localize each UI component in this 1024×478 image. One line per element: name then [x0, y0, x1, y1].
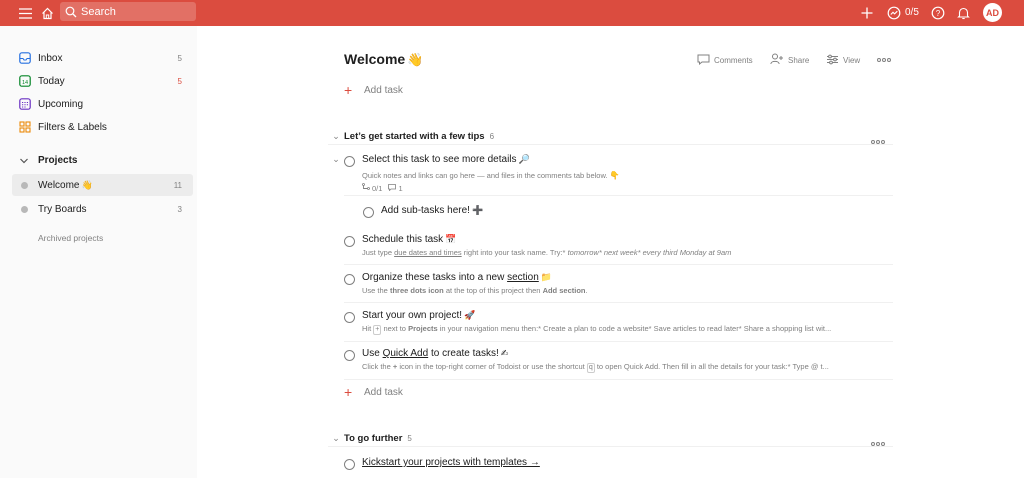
- task-checkbox[interactable]: [363, 207, 374, 218]
- project-label: Try Boards: [38, 203, 87, 215]
- add-person-icon: [770, 53, 784, 67]
- task-row[interactable]: Schedule this task 📅 Just type due dates …: [344, 234, 893, 265]
- avatar[interactable]: AD: [983, 3, 1002, 22]
- section-more-icon[interactable]: [871, 434, 885, 449]
- subtask-icon: [362, 183, 370, 193]
- task-title: Use Quick Add to create tasks! ✍: [362, 348, 509, 359]
- calendar-upcoming-icon: [19, 98, 31, 110]
- section-name: Let’s get started with a few tips: [344, 131, 485, 142]
- section-count: 5: [407, 434, 412, 443]
- archived-projects-link[interactable]: Archived projects: [12, 227, 193, 249]
- chevron-down-icon[interactable]: ⌄: [328, 131, 344, 142]
- sidebar-project-welcome[interactable]: Welcome 👋 11: [12, 174, 193, 196]
- sliders-icon: [826, 54, 839, 67]
- add-task-button[interactable]: + Add task: [344, 385, 403, 399]
- karma-progress[interactable]: 0/5: [905, 0, 919, 26]
- task-description: Just type due dates and times right into…: [362, 248, 732, 257]
- section-header: ⌄ Let’s get started with a few tips 6: [328, 129, 893, 145]
- plus-icon: +: [344, 384, 353, 400]
- section-count: 6: [489, 132, 495, 141]
- task-description: Click the + icon in the top-right corner…: [362, 362, 829, 373]
- comments-button[interactable]: Comments: [697, 53, 753, 67]
- subtask-count: 0/1: [362, 183, 382, 193]
- task-row[interactable]: Use Quick Add to create tasks! ✍ Click th…: [344, 348, 893, 380]
- task-row[interactable]: Start your own project! 🚀 Hit + next to P…: [344, 310, 893, 342]
- comment-count: 1: [388, 183, 403, 193]
- task-title: Select this task to see more details 🔎: [362, 154, 530, 165]
- search-icon: [65, 6, 77, 18]
- sidebar-item-label: Today: [38, 75, 65, 87]
- task-checkbox[interactable]: [344, 156, 355, 167]
- comment-icon: [697, 54, 710, 67]
- inbox-icon: [19, 52, 31, 64]
- task-description: Use the three dots icon at the top of th…: [362, 286, 588, 295]
- sidebar-project-try-boards[interactable]: Try Boards 3: [12, 198, 193, 220]
- svg-text:14: 14: [22, 80, 28, 86]
- task-checkbox[interactable]: [344, 350, 355, 361]
- task-title: Schedule this task 📅: [362, 234, 457, 245]
- page-title: Welcome 👋: [344, 51, 424, 67]
- search-input[interactable]: Search: [60, 2, 196, 21]
- chevron-down-icon: [19, 154, 31, 166]
- more-options-icon[interactable]: [877, 53, 891, 67]
- chevron-down-icon[interactable]: ⌄: [328, 433, 344, 444]
- filters-icon: [19, 121, 31, 133]
- task-title: Organize these tasks into a new section 📁: [362, 272, 552, 283]
- quick-add-icon[interactable]: [858, 0, 876, 26]
- sidebar-item-upcoming[interactable]: Upcoming: [12, 93, 193, 115]
- svg-text:?: ?: [936, 9, 941, 18]
- task-title: Start your own project! 🚀: [362, 310, 476, 321]
- project-count: 11: [173, 180, 182, 190]
- view-button[interactable]: View: [826, 53, 860, 67]
- help-icon[interactable]: ?: [929, 0, 947, 26]
- productivity-icon[interactable]: [885, 0, 903, 26]
- search-placeholder: Search: [81, 5, 116, 18]
- task-row[interactable]: Select this task to see more details 🔎 Qu…: [344, 154, 893, 196]
- section-name: To go further: [344, 433, 403, 444]
- section-header: ⌄ To go further 5: [328, 431, 893, 447]
- project-label: Welcome 👋: [38, 179, 93, 191]
- sidebar-item-count: 5: [177, 53, 182, 63]
- sidebar-item-label: Filters & Labels: [38, 121, 107, 133]
- task-checkbox[interactable]: [344, 274, 355, 285]
- task-row[interactable]: Organize these tasks into a new section 📁…: [344, 272, 893, 303]
- task-row[interactable]: Kickstart your projects with templates →: [344, 457, 893, 475]
- sidebar-item-inbox[interactable]: Inbox 5: [12, 47, 193, 69]
- task-checkbox[interactable]: [344, 312, 355, 323]
- home-icon[interactable]: [36, 0, 58, 26]
- subtask-row[interactable]: Add sub-tasks here! ➕: [363, 205, 893, 226]
- sidebar-item-label: Upcoming: [38, 98, 84, 110]
- share-button[interactable]: Share: [770, 53, 809, 67]
- sidebar-item-label: Inbox: [38, 52, 63, 64]
- add-task-button[interactable]: + Add task: [344, 83, 403, 97]
- task-collapse-chevron-icon[interactable]: ⌄: [328, 154, 344, 165]
- sidebar-item-today[interactable]: 14 Today 5: [12, 70, 193, 92]
- sidebar-item-count: 5: [177, 76, 182, 86]
- project-count: 3: [177, 204, 182, 214]
- projects-heading: Projects: [38, 154, 78, 166]
- task-title: Kickstart your projects with templates →: [362, 457, 540, 468]
- top-bar: Search 0/5 ? AD: [0, 0, 1024, 26]
- task-description: Quick notes and links can go here — and …: [362, 171, 620, 180]
- task-title: Add sub-tasks here! ➕: [381, 205, 484, 216]
- projects-header[interactable]: Projects: [12, 149, 193, 171]
- notifications-icon[interactable]: [954, 0, 972, 26]
- task-checkbox[interactable]: [344, 459, 355, 470]
- comment-icon: [388, 183, 397, 193]
- plus-icon: +: [344, 82, 353, 98]
- sidebar-item-filters-labels[interactable]: Filters & Labels: [12, 116, 193, 138]
- project-color-dot: [21, 182, 28, 189]
- calendar-today-icon: 14: [19, 75, 31, 87]
- menu-icon[interactable]: [13, 0, 37, 26]
- task-meta: 0/1 1: [362, 183, 403, 193]
- task-checkbox[interactable]: [344, 236, 355, 247]
- project-color-dot: [21, 206, 28, 213]
- main-content: Welcome 👋 Comments Share View + Add task …: [197, 26, 1024, 478]
- sidebar: Inbox 5 14 Today 5 Upcoming Filters & La…: [0, 26, 197, 478]
- task-description: Hit + next to Projects in your navigatio…: [362, 324, 832, 335]
- section-more-icon[interactable]: [871, 132, 885, 147]
